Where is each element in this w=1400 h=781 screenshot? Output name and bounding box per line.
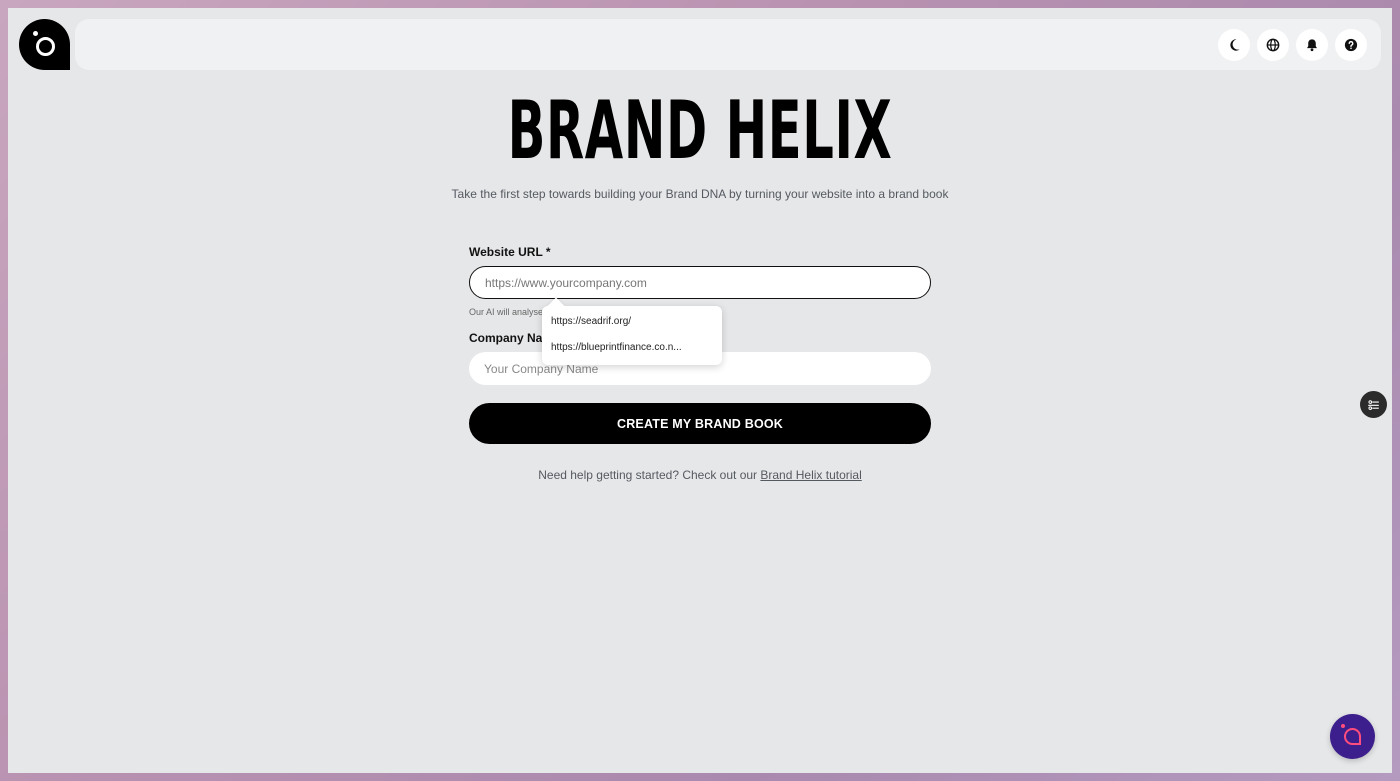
list-settings-icon xyxy=(1368,400,1379,410)
autocomplete-item[interactable]: https://seadrif.org/ xyxy=(542,309,722,335)
app-frame: BRAND HELIX Take the first step towards … xyxy=(8,8,1392,773)
globe-icon xyxy=(1266,38,1280,52)
top-bar xyxy=(75,19,1381,70)
assistant-chat-button[interactable] xyxy=(1330,714,1375,759)
help-icon xyxy=(1344,38,1358,52)
create-brand-book-button[interactable]: CREATE MY BRAND BOOK xyxy=(469,403,931,444)
notifications-button[interactable] xyxy=(1296,29,1328,61)
logo-ring xyxy=(36,37,55,56)
logo-dot xyxy=(33,31,38,36)
website-url-input[interactable] xyxy=(469,266,931,299)
help-button[interactable] xyxy=(1335,29,1367,61)
url-autocomplete-dropdown: https://seadrif.org/ https://blueprintfi… xyxy=(542,306,722,365)
page-subtitle: Take the first step towards building you… xyxy=(451,187,949,201)
page-title: BRAND HELIX xyxy=(507,84,893,177)
moon-icon xyxy=(1230,39,1240,51)
help-text: Need help getting started? Check out our… xyxy=(469,468,931,482)
side-panel-toggle-button[interactable] xyxy=(1360,391,1387,418)
help-text-prefix: Need help getting started? Check out our xyxy=(538,468,761,482)
assistant-logo-dot xyxy=(1341,724,1345,728)
bell-icon xyxy=(1307,39,1317,52)
theme-toggle-button[interactable] xyxy=(1218,29,1250,61)
assistant-logo-icon xyxy=(1341,724,1361,745)
website-url-label: Website URL * xyxy=(469,245,551,259)
language-button[interactable] xyxy=(1257,29,1289,61)
autocomplete-item[interactable]: https://blueprintfinance.co.n... xyxy=(542,335,722,361)
brand-logo[interactable] xyxy=(19,19,70,70)
tutorial-link[interactable]: Brand Helix tutorial xyxy=(760,468,861,482)
topbar-actions xyxy=(1218,29,1367,61)
